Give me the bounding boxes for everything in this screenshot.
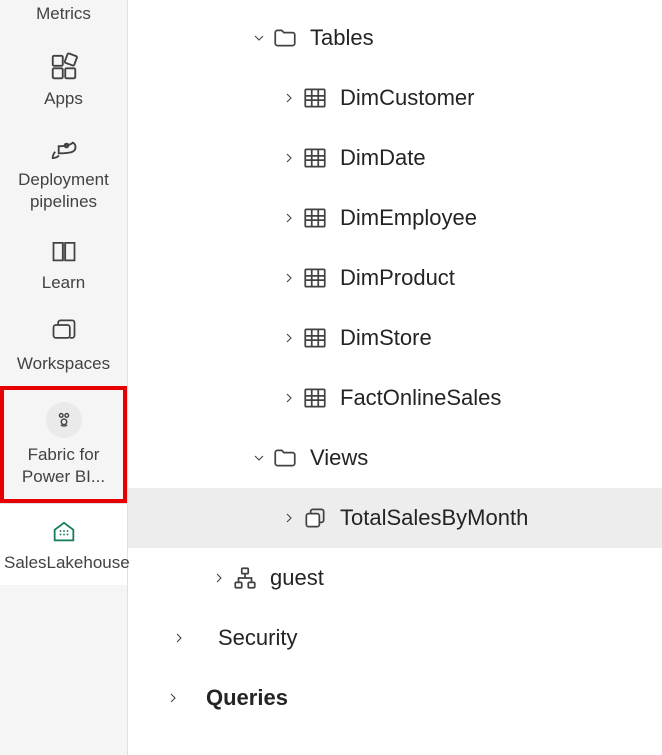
tree-node-table[interactable]: FactOnlineSales bbox=[128, 368, 662, 428]
tree-node-guest[interactable]: guest bbox=[128, 548, 662, 608]
apps-icon bbox=[49, 52, 79, 82]
chevron-right-icon bbox=[168, 630, 190, 646]
node-label: Tables bbox=[310, 25, 374, 51]
node-label: DimEmployee bbox=[340, 205, 477, 231]
chevron-right-icon bbox=[208, 570, 230, 586]
table-icon bbox=[300, 205, 330, 231]
sidebar-item-workspaces[interactable]: Workspaces bbox=[0, 305, 127, 386]
chevron-right-icon bbox=[162, 690, 184, 706]
sidebar-item-label: Fabric for Power BI... bbox=[8, 444, 119, 487]
tree-node-table[interactable]: DimDate bbox=[128, 128, 662, 188]
chevron-right-icon bbox=[278, 270, 300, 286]
tree-node-views[interactable]: Views bbox=[128, 428, 662, 488]
table-icon bbox=[300, 145, 330, 171]
node-label: DimStore bbox=[340, 325, 432, 351]
chevron-right-icon bbox=[278, 150, 300, 166]
node-label: TotalSalesByMonth bbox=[340, 505, 528, 531]
workspaces-icon bbox=[49, 317, 79, 347]
sidebar-item-label: SalesLakehouse bbox=[4, 552, 123, 573]
sidebar-item-apps[interactable]: Apps bbox=[0, 40, 127, 121]
fabric-icon bbox=[46, 402, 82, 438]
tree-node-table[interactable]: DimStore bbox=[128, 308, 662, 368]
rocket-icon bbox=[49, 133, 79, 163]
chevron-right-icon bbox=[278, 90, 300, 106]
sidebar-item-label: Workspaces bbox=[17, 353, 110, 374]
chevron-right-icon bbox=[278, 210, 300, 226]
sidebar-item-label: Metrics bbox=[36, 3, 91, 24]
chevron-right-icon bbox=[278, 330, 300, 346]
sidebar-item-metrics[interactable]: Metrics bbox=[0, 0, 127, 40]
view-icon bbox=[300, 505, 330, 531]
sidebar-item-label: Learn bbox=[42, 272, 85, 293]
sidebar-item-deployment-pipelines[interactable]: Deployment pipelines bbox=[0, 121, 127, 224]
node-label: DimProduct bbox=[340, 265, 455, 291]
sidebar-item-saleslakehouse[interactable]: SalesLakehouse bbox=[0, 503, 127, 585]
chevron-down-icon bbox=[248, 30, 270, 46]
schema-icon bbox=[230, 565, 260, 591]
tree-node-table[interactable]: DimEmployee bbox=[128, 188, 662, 248]
lakehouse-icon bbox=[50, 516, 78, 546]
chevron-right-icon bbox=[278, 390, 300, 406]
sidebar: Metrics Apps Deployment pipelines bbox=[0, 0, 128, 755]
sidebar-item-label: Deployment pipelines bbox=[4, 169, 123, 212]
sidebar-item-label: Apps bbox=[44, 88, 83, 109]
folder-icon bbox=[270, 25, 300, 51]
tree-node-security[interactable]: Security bbox=[128, 608, 662, 668]
tree-node-view[interactable]: TotalSalesByMonth bbox=[128, 488, 662, 548]
node-label: Security bbox=[218, 625, 297, 651]
tree-node-queries[interactable]: Queries bbox=[128, 668, 662, 728]
tree-node-table[interactable]: DimProduct bbox=[128, 248, 662, 308]
sidebar-item-learn[interactable]: Learn bbox=[0, 224, 127, 305]
node-label: DimCustomer bbox=[340, 85, 474, 111]
table-icon bbox=[300, 385, 330, 411]
tree-node-tables[interactable]: Tables bbox=[128, 8, 662, 68]
table-icon bbox=[300, 265, 330, 291]
book-icon bbox=[49, 236, 79, 266]
chevron-right-icon bbox=[278, 510, 300, 526]
node-label: FactOnlineSales bbox=[340, 385, 501, 411]
node-label: DimDate bbox=[340, 145, 426, 171]
chevron-down-icon bbox=[248, 450, 270, 466]
tree-node-table[interactable]: DimCustomer bbox=[128, 68, 662, 128]
table-icon bbox=[300, 85, 330, 111]
node-label: Queries bbox=[206, 685, 288, 711]
table-icon bbox=[300, 325, 330, 351]
node-label: Views bbox=[310, 445, 368, 471]
folder-icon bbox=[270, 445, 300, 471]
node-label: guest bbox=[270, 565, 324, 591]
sidebar-item-fabric-power-bi[interactable]: Fabric for Power BI... bbox=[0, 386, 127, 503]
explorer-tree: Tables DimCustomer DimDate DimEmployee D… bbox=[128, 0, 662, 755]
